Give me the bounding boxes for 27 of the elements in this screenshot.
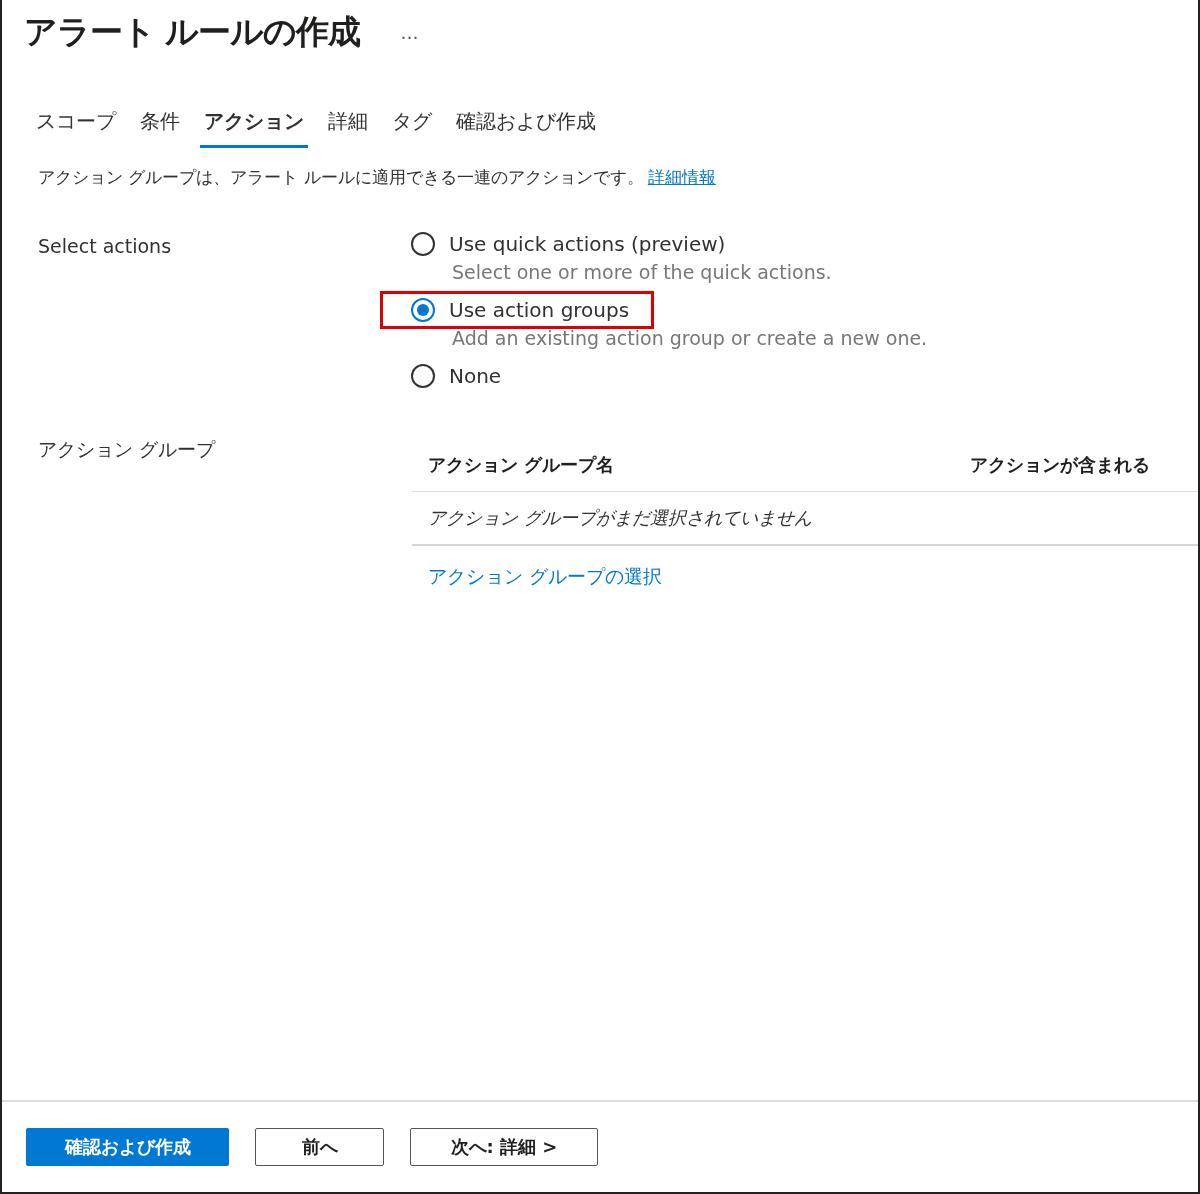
empty-message: アクション グループがまだ選択されていません — [428, 507, 812, 528]
primary-button[interactable]: 確認および作成 — [26, 1128, 229, 1166]
tab[interactable]: スコープ — [32, 104, 120, 148]
column-header: アクションが含まれる — [970, 453, 1150, 477]
description-text: アクション グループは、アラート ルールに適用できる一連のアクションです。 — [38, 166, 644, 189]
more-button[interactable]: … — [396, 21, 423, 43]
radio-button[interactable] — [411, 232, 435, 256]
option-label: Use action groups — [449, 298, 630, 322]
secondary-button[interactable]: 前へ — [255, 1128, 384, 1166]
select-action-group-link[interactable]: アクション グループの選択 — [428, 564, 663, 590]
secondary-button[interactable]: 次へ: 詳細 > — [410, 1128, 598, 1166]
learn-more-link[interactable]: 詳細情報 — [647, 166, 716, 189]
tab[interactable]: 詳細 — [324, 104, 372, 148]
tab[interactable]: アクション — [200, 104, 308, 148]
option-label: None — [449, 364, 502, 388]
column-header: アクション グループ名 — [428, 453, 615, 477]
page-title: アラート ルールの作成 — [24, 10, 361, 53]
option-hint: Add an existing action group or create a new one. — [452, 327, 928, 349]
tab[interactable]: タグ — [388, 104, 436, 148]
radio-button[interactable] — [411, 298, 435, 322]
field-label: アクション グループ — [37, 437, 217, 462]
field-label: Select actions — [37, 234, 173, 259]
tab[interactable]: 確認および作成 — [452, 104, 600, 148]
option-hint: Select one or more of the quick actions. — [452, 261, 833, 283]
radio-button[interactable] — [411, 364, 435, 388]
option-label: Use quick actions (preview) — [449, 232, 726, 256]
tab[interactable]: 条件 — [136, 104, 184, 148]
